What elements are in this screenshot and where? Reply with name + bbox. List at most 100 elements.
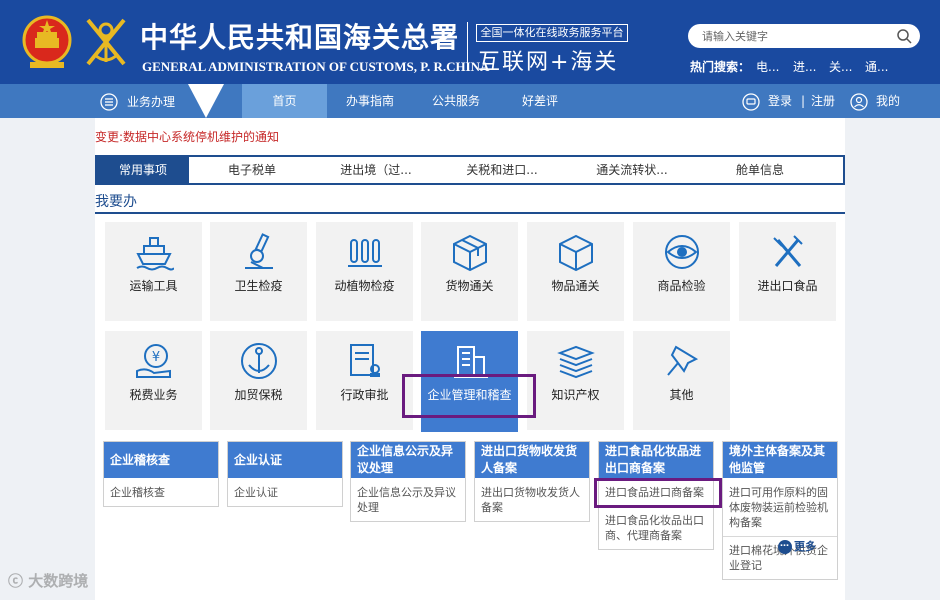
menu-icon[interactable] [100, 93, 118, 111]
tile-tax-fees[interactable]: ¥ 税费业务 [105, 331, 202, 430]
subcard-head[interactable]: 境外主体备案及其他监管 [723, 442, 837, 478]
tab-clearance-status[interactable]: 通关流转状... [567, 157, 697, 183]
subcard-head[interactable]: 进出口货物收发货人备案 [475, 442, 589, 478]
main-nav: 业务办理 首页 办事指南 公共服务 好差评 登录 | 注册 我的 [0, 84, 940, 118]
tile-label: 商品检验 [657, 279, 706, 293]
svg-text:¥: ¥ [152, 350, 160, 365]
hot-search-item[interactable]: 关... [829, 58, 852, 75]
subcard-link[interactable]: 进口可用作原料的固体废物装运前检验机构备案 [723, 478, 837, 536]
nav-feedback[interactable]: 好差评 [522, 84, 558, 118]
tile-bonded-processing[interactable]: 加贸保税 [210, 331, 307, 430]
tile-food[interactable]: 进出口食品 [739, 222, 836, 321]
nav-guide[interactable]: 办事指南 [346, 84, 394, 118]
login-link[interactable]: 登录 [768, 84, 792, 118]
test-tubes-icon [348, 239, 382, 267]
notice-link[interactable]: 变更:数据中心系统停机维护的通知 [95, 128, 279, 145]
search-icon[interactable] [896, 28, 912, 44]
subcard-consignee-filing: 进出口货物收发货人备案 进出口货物收发货人备案 [474, 441, 590, 522]
tile-label: 企业管理和稽查 [427, 388, 512, 402]
ship-icon [136, 237, 174, 271]
tile-label: 运输工具 [129, 279, 178, 293]
hot-search-item[interactable]: 进... [793, 58, 816, 75]
anchor-icon [241, 343, 277, 379]
tile-label: 动植物检疫 [334, 279, 395, 293]
nav-notch [188, 84, 224, 118]
watermark: ⓒ 大数跨境 [8, 570, 88, 591]
search-box [688, 24, 920, 48]
tab-common[interactable]: 常用事项 [97, 157, 189, 183]
subcard-overseas-filing: 境外主体备案及其他监管 进口可用作原料的固体废物装运前检验机构备案 进口棉花境外… [722, 441, 838, 580]
header-divider [467, 22, 468, 70]
tile-label: 知识产权 [551, 388, 600, 402]
tab-entry-exit[interactable]: 进出境（过... [317, 157, 435, 183]
tile-article-clearance[interactable]: 物品通关 [527, 222, 624, 321]
hot-search-item[interactable]: 电... [756, 58, 779, 75]
subcard-head[interactable]: 企业认证 [228, 442, 342, 478]
nav-business-menu[interactable]: 业务办理 [127, 93, 175, 110]
section-divider [95, 212, 845, 214]
hot-search-item[interactable]: 通... [865, 58, 888, 75]
subcard-head[interactable]: 企业信息公示及异议处理 [351, 442, 465, 478]
tile-commodity-inspection[interactable]: 商品检验 [633, 222, 730, 321]
more-icon [778, 539, 792, 554]
subcard-link[interactable]: 进口食品进口商备案 [599, 478, 713, 506]
subcard-audit: 企业稽核查 企业稽核查 [103, 441, 219, 507]
tile-label: 货物通关 [445, 279, 494, 293]
nav-home-tab[interactable]: 首页 [242, 84, 327, 118]
subcard-link[interactable]: 企业认证 [228, 478, 342, 506]
package-icon [453, 234, 487, 272]
tile-enterprise-management[interactable]: 企业管理和稽查 [421, 331, 518, 432]
more-button[interactable]: 更多 [778, 538, 816, 556]
tile-plant-animal-quarantine[interactable]: 动植物检疫 [316, 222, 413, 321]
subcard-certification: 企业认证 企业认证 [227, 441, 343, 507]
tile-transport[interactable]: 运输工具 [105, 222, 202, 321]
tile-health-quarantine[interactable]: 卫生检疫 [210, 222, 307, 321]
tab-e-tax[interactable]: 电子税单 [193, 157, 311, 183]
tile-label: 加贸保税 [234, 388, 283, 402]
nav-separator: | [801, 94, 806, 108]
microscope-icon [245, 233, 273, 269]
more-label: 更多 [794, 540, 816, 553]
tile-other[interactable]: 其他 [633, 331, 730, 430]
tile-ip[interactable]: 知识产权 [527, 331, 624, 430]
my-account-link[interactable]: 我的 [876, 84, 900, 118]
tile-label: 物品通关 [551, 279, 600, 293]
yuan-hand-icon: ¥ [136, 344, 171, 378]
site-title-en: GENERAL ADMINISTRATION OF CUSTOMS, P. R.… [142, 59, 490, 74]
subcard-info-disclosure: 企业信息公示及异议处理 企业信息公示及异议处理 [350, 441, 466, 522]
tile-label: 税费业务 [129, 388, 178, 402]
chat-icon[interactable] [742, 93, 760, 111]
register-link[interactable]: 注册 [811, 84, 835, 118]
tile-admin-approval[interactable]: 行政审批 [316, 331, 413, 430]
search-input[interactable] [702, 28, 882, 44]
tab-manifest[interactable]: 舱单信息 [705, 157, 815, 183]
hot-search-label: 热门搜索： [690, 60, 751, 74]
subcard-link[interactable]: 企业稽核查 [104, 478, 218, 506]
document-stamp-icon [350, 344, 380, 377]
watermark-text: 大数跨境 [28, 572, 89, 590]
customs-logo-icon [86, 18, 126, 66]
tile-label: 卫生检疫 [234, 279, 283, 293]
books-icon [557, 345, 595, 379]
subcard-link[interactable]: 进口食品化妆品出口商、代理商备案 [599, 506, 713, 549]
subcard-head[interactable]: 进口食品化妆品进出口商备案 [599, 442, 713, 478]
watermark-logo-icon: ⓒ [8, 572, 24, 590]
tile-label: 其他 [669, 388, 694, 402]
platform-name: 互联网+海关 [478, 50, 619, 75]
service-tabs: 常用事项 电子税单 进出境（过... 关税和进口... 通关流转状... 舱单信… [95, 155, 845, 185]
fork-knife-icon [773, 235, 803, 267]
national-emblem-icon [22, 15, 72, 68]
tab-tariff[interactable]: 关税和进口... [443, 157, 561, 183]
subcard-link[interactable]: 进出口货物收发货人备案 [475, 478, 589, 521]
tile-cargo-clearance[interactable]: 货物通关 [421, 222, 518, 321]
eye-icon [665, 235, 699, 269]
subcard-food-cosmetics-filing: 进口食品化妆品进出口商备案 进口食品进口商备案 进口食品化妆品出口商、代理商备案 [598, 441, 714, 550]
subcard-head[interactable]: 企业稽核查 [104, 442, 218, 478]
site-title: 中华人民共和国海关总署 [140, 21, 460, 54]
platform-tagline: 全国一体化在线政务服务平台 [476, 24, 628, 42]
subcard-link[interactable]: 企业信息公示及异议处理 [351, 478, 465, 521]
tile-label: 行政审批 [340, 388, 389, 402]
nav-public-service[interactable]: 公共服务 [432, 84, 480, 118]
site-header: 中华人民共和国海关总署 GENERAL ADMINISTRATION OF CU… [0, 0, 940, 84]
user-icon[interactable] [850, 93, 868, 111]
